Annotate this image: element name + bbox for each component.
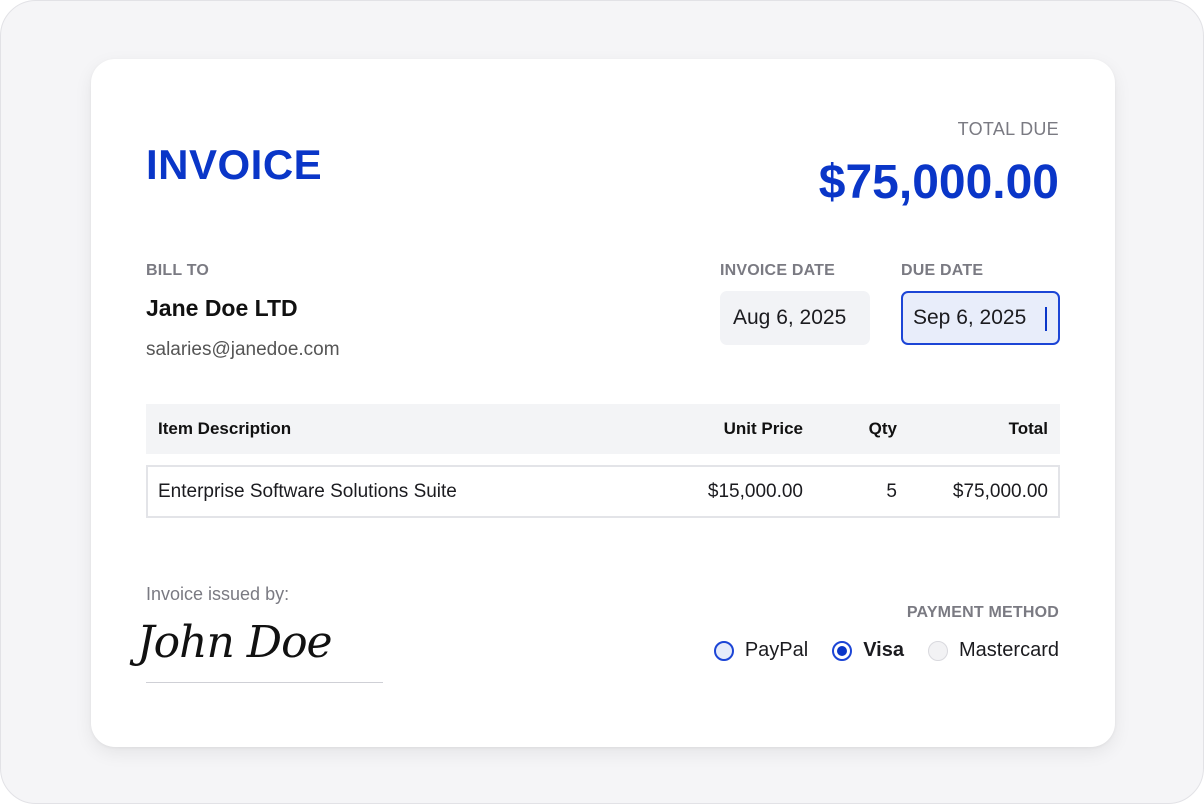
- column-header-description: Item Description: [158, 419, 292, 438]
- row-description: Enterprise Software Solutions Suite: [158, 480, 457, 502]
- window-frame: INVOICE TOTAL DUE $75,000.00 BILL TO Jan…: [0, 0, 1204, 804]
- signature-line: [146, 682, 383, 683]
- payment-option-visa[interactable]: Visa: [832, 639, 904, 662]
- signature: John Doe: [137, 617, 333, 668]
- invoice-date-label: INVOICE DATE: [720, 262, 836, 279]
- invoice-card: INVOICE TOTAL DUE $75,000.00 BILL TO Jan…: [91, 59, 1115, 747]
- bill-to-label: BILL TO: [146, 262, 210, 279]
- issued-by-label: Invoice issued by:: [146, 584, 290, 604]
- row-total: $75,000.00: [952, 480, 1048, 502]
- bill-to-name: Jane Doe LTD: [146, 295, 298, 321]
- bill-to-email: salaries@janedoe.com: [146, 339, 340, 360]
- payment-option-mastercard[interactable]: Mastercard: [927, 639, 1059, 662]
- paypal-label: PayPal: [744, 639, 809, 661]
- invoice-date-field[interactable]: Aug 6, 2025: [720, 291, 870, 345]
- mastercard-radio[interactable]: [927, 640, 948, 661]
- column-header-qty: Qty: [868, 419, 897, 438]
- visa-label: Visa: [863, 639, 904, 661]
- invoice-date-value: Aug 6, 2025: [733, 306, 847, 329]
- visa-radio[interactable]: [832, 640, 853, 661]
- due-date-label: DUE DATE: [901, 262, 984, 279]
- mastercard-label: Mastercard: [958, 639, 1059, 661]
- total-due-amount: $75,000.00: [818, 156, 1059, 209]
- row-unit-price: $15,000.00: [707, 480, 803, 502]
- total-due-label: TOTAL DUE: [957, 119, 1059, 139]
- due-date-field[interactable]: Sep 6, 2025: [901, 291, 1060, 345]
- payment-method-label: PAYMENT METHOD: [906, 604, 1059, 621]
- column-header-total: Total: [1008, 419, 1048, 438]
- payment-option-paypal[interactable]: PayPal: [713, 639, 809, 662]
- invoice-title: INVOICE: [146, 141, 323, 188]
- table-row: Enterprise Software Solutions Suite $15,…: [146, 465, 1060, 518]
- column-header-unit-price: Unit Price: [723, 419, 803, 438]
- row-qty: 5: [886, 480, 897, 502]
- text-caret: [1045, 307, 1047, 331]
- table-header: Item Description Unit Price Qty Total: [146, 404, 1060, 454]
- paypal-radio[interactable]: [713, 640, 734, 661]
- payment-method-group: PayPal Visa Mastercard: [713, 639, 1059, 662]
- due-date-value: Sep 6, 2025: [913, 306, 1027, 329]
